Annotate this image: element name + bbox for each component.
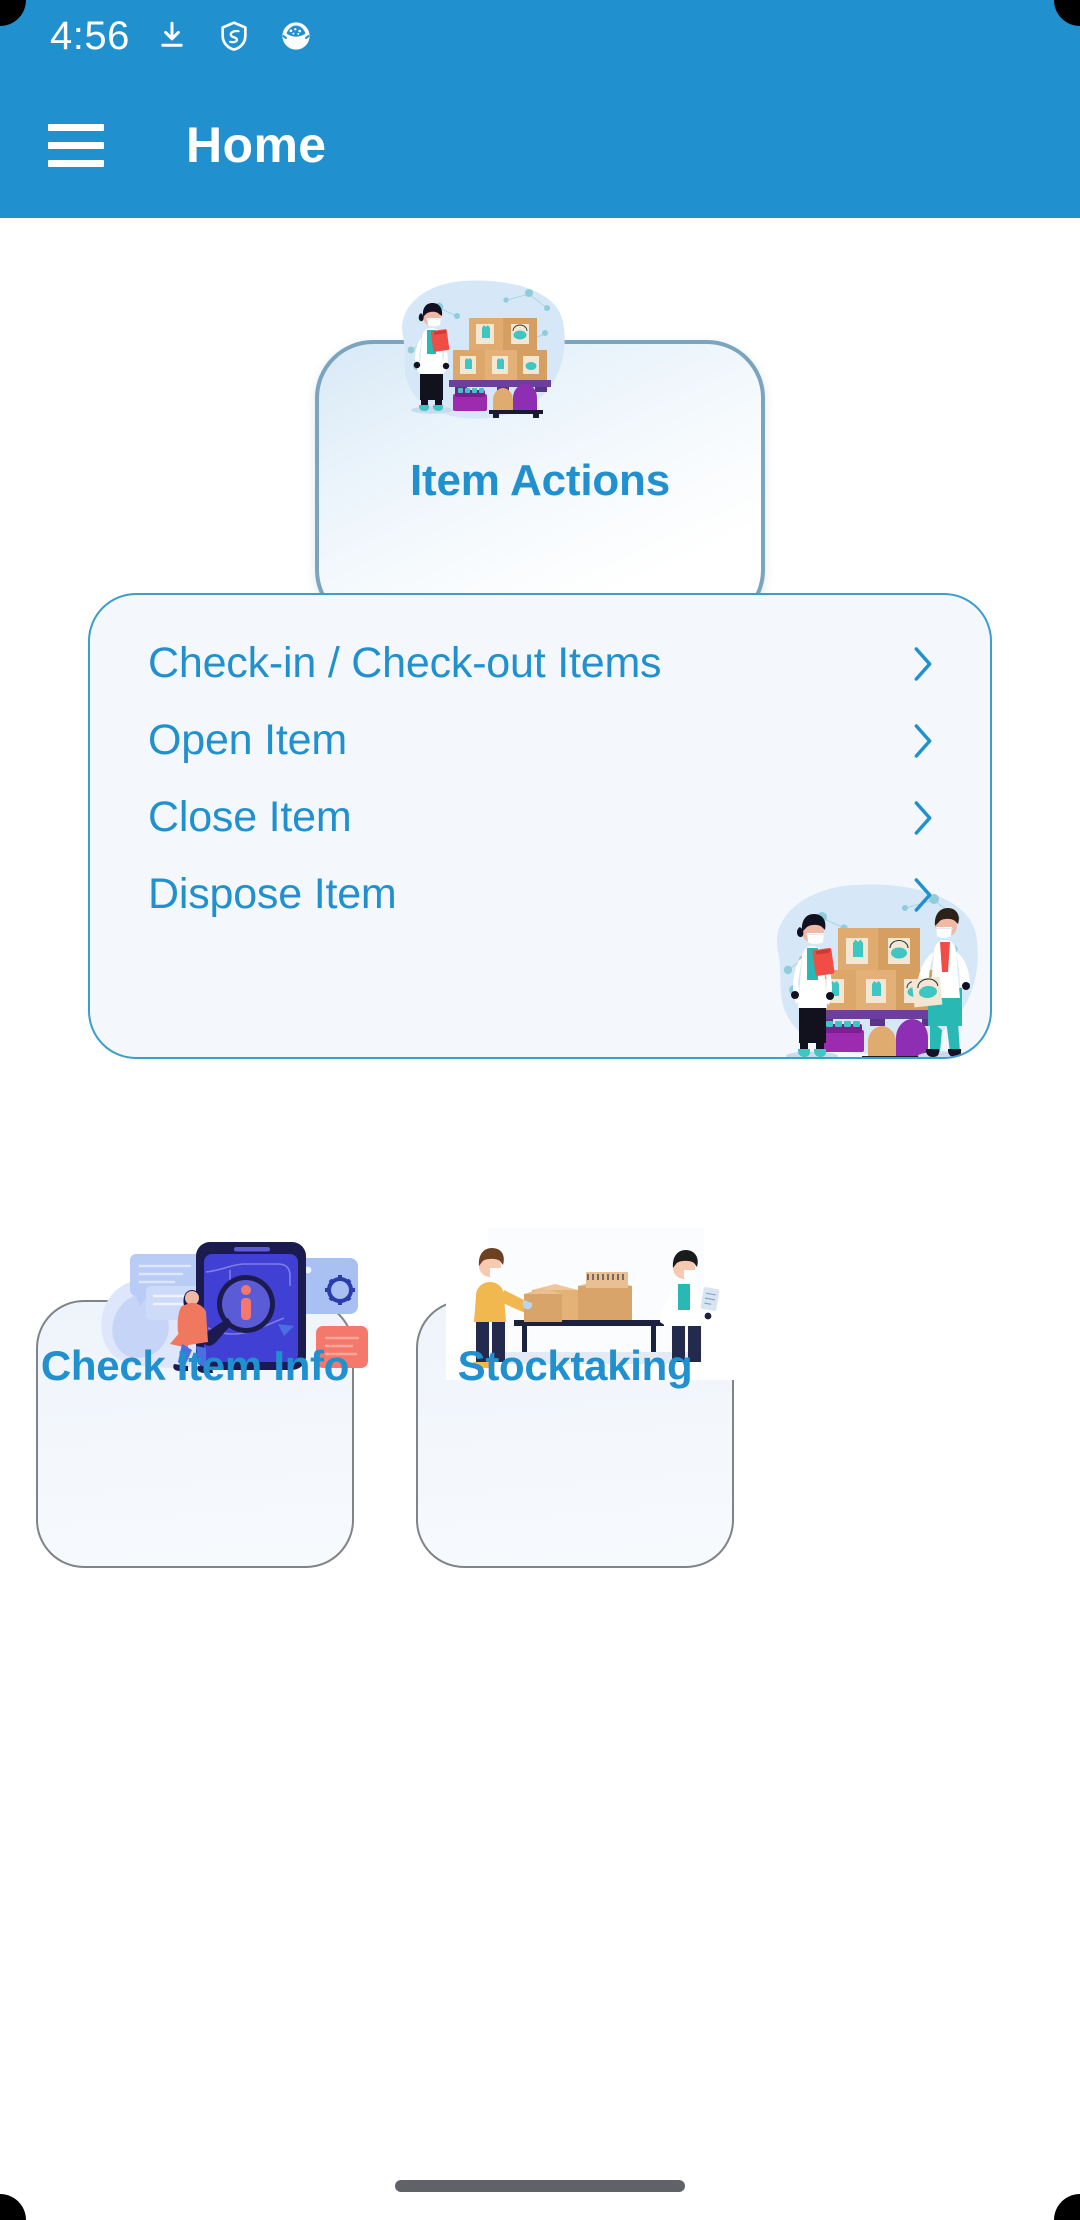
hamburger-menu-icon[interactable] bbox=[48, 123, 104, 167]
chevron-right-icon bbox=[906, 642, 940, 686]
list-item-check-in-out[interactable]: Check-in / Check-out Items bbox=[90, 625, 990, 702]
chevron-right-icon bbox=[906, 719, 940, 763]
list-item-open-item[interactable]: Open Item bbox=[90, 702, 990, 779]
main-content: Item Actions Check-in / Check-out Items … bbox=[0, 218, 1080, 2220]
item-actions-label: Item Actions bbox=[409, 456, 670, 505]
chevron-right-icon bbox=[906, 796, 940, 840]
page-title: Home bbox=[186, 117, 327, 173]
bottom-tiles-row: Check Item Info Stocktaking bbox=[0, 1228, 1080, 1568]
app-bar: Home bbox=[0, 72, 1080, 218]
list-item-label: Close Item bbox=[148, 793, 352, 841]
list-item-label: Check-in / Check-out Items bbox=[148, 639, 662, 687]
app-screen: 4:56 Home Item Actions Check-in / Check-… bbox=[0, 0, 1080, 2220]
warehouse-ppe-inventory-illustration bbox=[387, 278, 577, 426]
stocktaking-card[interactable]: Stocktaking bbox=[416, 1228, 866, 1568]
stocktaking-label: Stocktaking bbox=[457, 1342, 693, 1389]
chevron-right-icon bbox=[906, 873, 940, 917]
list-item-close-item[interactable]: Close Item bbox=[90, 779, 990, 856]
app-notification-icon bbox=[276, 16, 316, 56]
list-item-label: Open Item bbox=[148, 716, 347, 764]
status-bar-clock: 4:56 bbox=[50, 14, 130, 58]
shield-icon bbox=[214, 16, 254, 56]
list-item-label: Dispose Item bbox=[148, 870, 397, 918]
item-actions-list-card: Check-in / Check-out Items Open Item Clo… bbox=[88, 593, 992, 1059]
download-icon bbox=[152, 16, 192, 56]
home-gesture-bar[interactable] bbox=[395, 2180, 685, 2192]
check-item-info-label: Check Item Info bbox=[40, 1342, 350, 1389]
status-bar: 4:56 bbox=[0, 0, 1080, 72]
item-actions-card[interactable]: Item Actions bbox=[315, 278, 765, 628]
list-item-dispose-item[interactable]: Dispose Item bbox=[90, 856, 990, 933]
